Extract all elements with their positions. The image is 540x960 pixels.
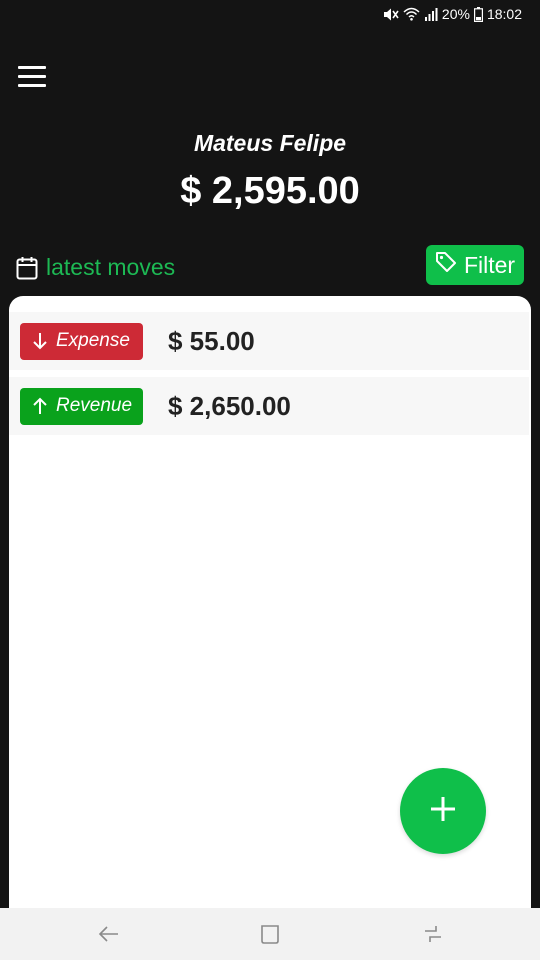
wifi-icon	[403, 7, 420, 21]
add-move-button[interactable]	[400, 768, 486, 854]
back-icon[interactable]	[96, 922, 122, 946]
move-amount: $ 2,650.00	[168, 390, 291, 421]
move-amount: $ 55.00	[168, 325, 255, 356]
hamburger-menu-icon[interactable]	[18, 66, 48, 88]
expense-badge: Expense	[20, 322, 143, 360]
latest-moves-label: latest moves	[46, 254, 176, 280]
list-item[interactable]: Revenue $ 2,650.00	[9, 377, 529, 435]
recents-icon[interactable]	[420, 922, 446, 946]
user-name: Mateus Felipe	[193, 130, 347, 156]
filter-button[interactable]: Filter	[426, 245, 524, 285]
status-time: 18:02	[486, 6, 522, 22]
battery-icon	[473, 6, 483, 22]
signal-icon	[424, 7, 438, 21]
mute-icon	[382, 7, 399, 22]
move-type-label: Expense	[56, 330, 130, 351]
arrow-down-icon	[32, 332, 48, 350]
latest-moves-heading: latest moves	[16, 254, 175, 281]
battery-percent: 20%	[441, 6, 470, 22]
arrow-up-icon	[32, 397, 48, 415]
home-icon[interactable]	[258, 922, 284, 946]
balance-amount: $ 2,595.00	[180, 170, 360, 212]
filter-label: Filter	[463, 251, 516, 278]
plus-icon	[429, 795, 457, 828]
tag-icon	[435, 251, 457, 279]
calendar-icon	[16, 256, 38, 280]
revenue-badge: Revenue	[20, 387, 143, 425]
list-item[interactable]: Expense $ 55.00	[9, 312, 529, 370]
move-type-label: Revenue	[56, 395, 133, 416]
status-bar: 20% 18:02	[0, 0, 540, 28]
system-nav-bar	[0, 908, 540, 960]
moves-panel: Expense $ 55.00 Revenue $ 2,650.00	[9, 296, 531, 960]
